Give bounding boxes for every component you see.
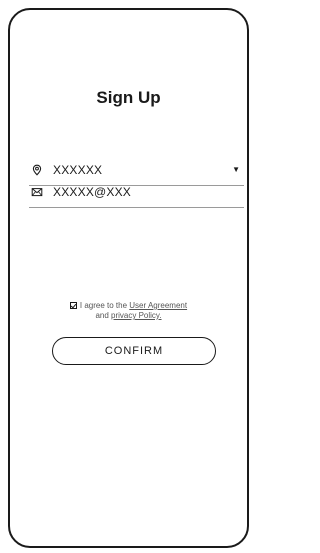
user-agreement-link[interactable]: User Agreement xyxy=(129,301,187,310)
page-title: Sign Up xyxy=(96,88,161,107)
agreement-middle: and xyxy=(95,311,112,320)
email-field[interactable]: XXXXX@XXX xyxy=(29,182,244,208)
location-pin-icon xyxy=(32,164,42,176)
email-value: XXXXX@XXX xyxy=(53,185,132,199)
envelope-icon xyxy=(31,188,43,197)
chevron-down-icon[interactable]: ▼ xyxy=(232,165,240,174)
agreement-prefix: I agree to the xyxy=(79,301,130,310)
privacy-policy-link[interactable]: privacy Policy. xyxy=(111,311,162,320)
agree-checkbox[interactable] xyxy=(69,302,77,309)
phone-frame: Sign Up XXXXXX ▼ XXXXX@XXX I agree to th… xyxy=(8,8,249,548)
location-value: XXXXXX xyxy=(53,163,103,177)
agreement-text: I agree to the User Agreement and privac… xyxy=(10,301,247,321)
confirm-button[interactable]: CONFIRM xyxy=(52,337,216,365)
